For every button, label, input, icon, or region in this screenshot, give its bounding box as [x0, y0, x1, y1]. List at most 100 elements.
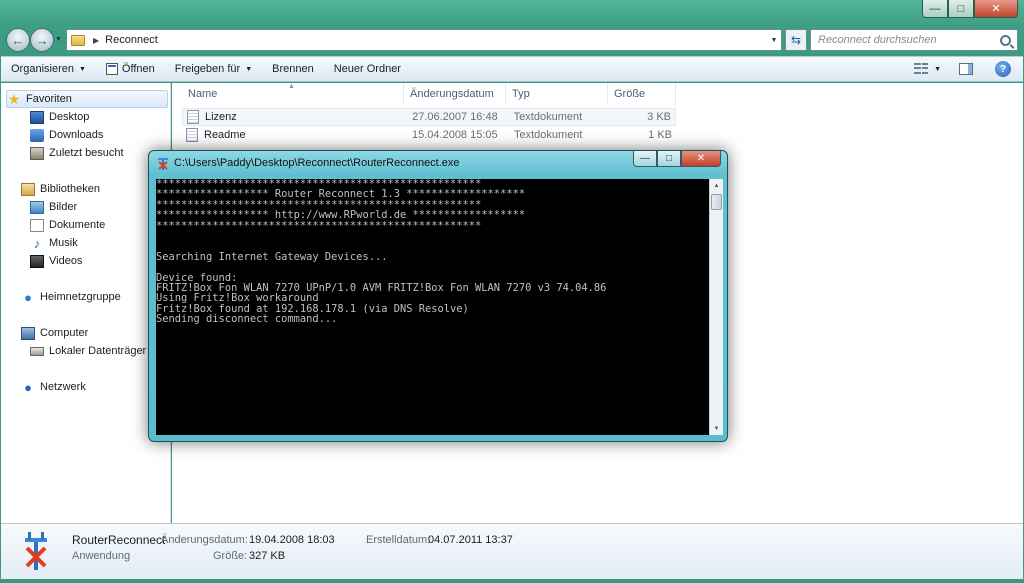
router-app-icon: [158, 158, 168, 170]
file-size: 3 KB: [647, 111, 671, 123]
file-row[interactable]: Readme 15.04.2008 15:05 Textdokument 1 K…: [182, 126, 676, 144]
details-name: RouterReconnect: [72, 533, 166, 547]
nav-favorites-label: Favoriten: [26, 93, 72, 105]
nav-desktop-label: Desktop: [49, 111, 90, 123]
scrollbar-thumb[interactable]: [711, 194, 722, 210]
breadcrumb-reconnect[interactable]: Reconnect: [105, 34, 158, 46]
new-folder-button[interactable]: Neuer Ordner: [324, 57, 411, 81]
console-maximize-button[interactable]: □: [657, 151, 681, 167]
details-size-label: Größe:: [213, 550, 248, 562]
file-name: Lizenz: [205, 111, 237, 123]
open-button[interactable]: Öffnen: [96, 57, 165, 81]
nav-homegroup-label: Heimnetzgruppe: [40, 291, 121, 303]
scroll-up-icon[interactable]: ▲: [710, 179, 723, 192]
share-menu[interactable]: Freigeben für ▼: [165, 57, 262, 81]
nav-libraries-label: Bibliotheken: [40, 183, 100, 195]
open-icon: [105, 63, 118, 75]
recent-pages-dropdown[interactable]: ▼: [55, 36, 62, 43]
search-placeholder: Reconnect durchsuchen: [818, 34, 937, 46]
nav-music-label: Musik: [49, 237, 78, 249]
burn-button[interactable]: Brennen: [262, 57, 324, 81]
minimize-button[interactable]: —: [922, 0, 948, 18]
homegroup-icon: ●: [24, 289, 32, 305]
back-arrow-icon: ←: [11, 32, 25, 48]
console-line: ****************************************…: [156, 219, 482, 232]
folder-icon: [71, 34, 85, 46]
refresh-button[interactable]: ⇆: [785, 29, 807, 51]
file-type: Textdokument: [513, 111, 583, 123]
file-date: 15.04.2008 15:05: [412, 129, 498, 141]
nav-network-label: Netzwerk: [40, 381, 86, 393]
forward-arrow-icon: →: [35, 32, 49, 48]
help-icon[interactable]: ?: [995, 61, 1011, 77]
file-name: Readme: [204, 129, 246, 141]
documents-icon: [30, 218, 44, 232]
details-modified-label: Änderungsdatum:: [161, 534, 248, 546]
address-bar[interactable]: ▶ Reconnect ▼: [66, 29, 782, 51]
star-icon: ★: [7, 90, 21, 107]
nav-downloads[interactable]: Downloads: [30, 126, 170, 144]
console-close-button[interactable]: ✕: [681, 151, 721, 167]
console-scrollbar[interactable]: ▲ ▼: [709, 179, 723, 435]
column-date[interactable]: Änderungsdatum: [404, 83, 506, 105]
sort-ascending-icon: ▲: [288, 83, 295, 90]
details-created-label: Erstelldatum:: [366, 534, 431, 546]
breadcrumb-separator-icon[interactable]: ▶: [93, 36, 99, 45]
address-dropdown-icon[interactable]: ▼: [767, 37, 781, 44]
back-button[interactable]: ←: [6, 28, 30, 52]
share-label: Freigeben für: [174, 63, 241, 75]
router-app-icon: [25, 532, 47, 570]
column-type[interactable]: Typ: [506, 83, 608, 105]
organize-label: Organisieren: [11, 63, 74, 75]
command-bar: Organisieren ▼ Öffnen Freigeben für ▼ Br…: [1, 56, 1023, 82]
details-pane: RouterReconnect Anwendung Änderungsdatum…: [1, 523, 1023, 579]
search-input[interactable]: Reconnect durchsuchen: [810, 29, 1018, 51]
console-output[interactable]: ****************************************…: [156, 179, 709, 435]
navigation-pane: ★ Favoriten Desktop Downloads Zuletzt be…: [1, 83, 171, 523]
desktop-icon: [30, 110, 44, 124]
console-minimize-button[interactable]: —: [633, 151, 657, 167]
file-size: 1 KB: [648, 129, 672, 141]
view-options-icon[interactable]: [914, 63, 929, 75]
recent-places-icon: [30, 146, 44, 160]
console-line: ****************** http://www.RPworld.de…: [156, 209, 526, 222]
maximize-button[interactable]: □: [948, 0, 974, 18]
nav-documents-label: Dokumente: [49, 219, 106, 231]
preview-pane-icon[interactable]: [959, 63, 973, 75]
window-controls: — □ ✕: [922, 0, 1018, 18]
videos-icon: [30, 254, 44, 268]
console-line: Searching Internet Gateway Devices...: [156, 250, 388, 263]
console-window-controls: — □ ✕: [633, 151, 721, 167]
nav-downloads-label: Downloads: [49, 129, 104, 141]
console-line: Sending disconnect command...: [156, 313, 338, 326]
network-icon: ●: [24, 379, 32, 395]
details-size-value: 327 KB: [249, 550, 286, 562]
organize-menu[interactable]: Organisieren ▼: [1, 57, 96, 81]
text-file-icon: [186, 128, 198, 142]
file-date: 27.06.2007 16:48: [412, 111, 498, 123]
file-row[interactable]: Lizenz 27.06.2007 16:48 Textdokument 3 K…: [182, 108, 676, 126]
view-dropdown-icon[interactable]: ▼: [934, 66, 941, 73]
close-button[interactable]: ✕: [974, 0, 1018, 18]
details-modified-value: 19.04.2008 18:03: [249, 534, 335, 546]
scroll-down-icon[interactable]: ▼: [710, 422, 723, 435]
chevron-down-icon: ▼: [245, 65, 253, 73]
forward-button[interactable]: →: [30, 28, 54, 52]
details-created-value: 04.07.2011 13:37: [428, 534, 513, 546]
nav-computer-label: Computer: [40, 327, 89, 339]
column-header-row: Name Änderungsdatum Typ Größe: [172, 83, 1023, 105]
console-titlebar[interactable]: C:\Users\Paddy\Desktop\Reconnect\RouterR…: [157, 156, 460, 170]
column-size[interactable]: Größe: [608, 83, 676, 105]
burn-label: Brennen: [272, 63, 314, 75]
open-label: Öffnen: [121, 63, 155, 75]
nav-favorites[interactable]: ★ Favoriten: [6, 90, 168, 108]
console-title: C:\Users\Paddy\Desktop\Reconnect\RouterR…: [174, 157, 460, 169]
nav-pictures-label: Bilder: [49, 201, 78, 213]
console-window[interactable]: C:\Users\Paddy\Desktop\Reconnect\RouterR…: [148, 150, 728, 442]
nav-desktop[interactable]: Desktop: [30, 108, 170, 126]
hard-drive-icon: [30, 346, 44, 356]
downloads-icon: [30, 128, 44, 142]
nav-videos-label: Videos: [49, 255, 83, 267]
